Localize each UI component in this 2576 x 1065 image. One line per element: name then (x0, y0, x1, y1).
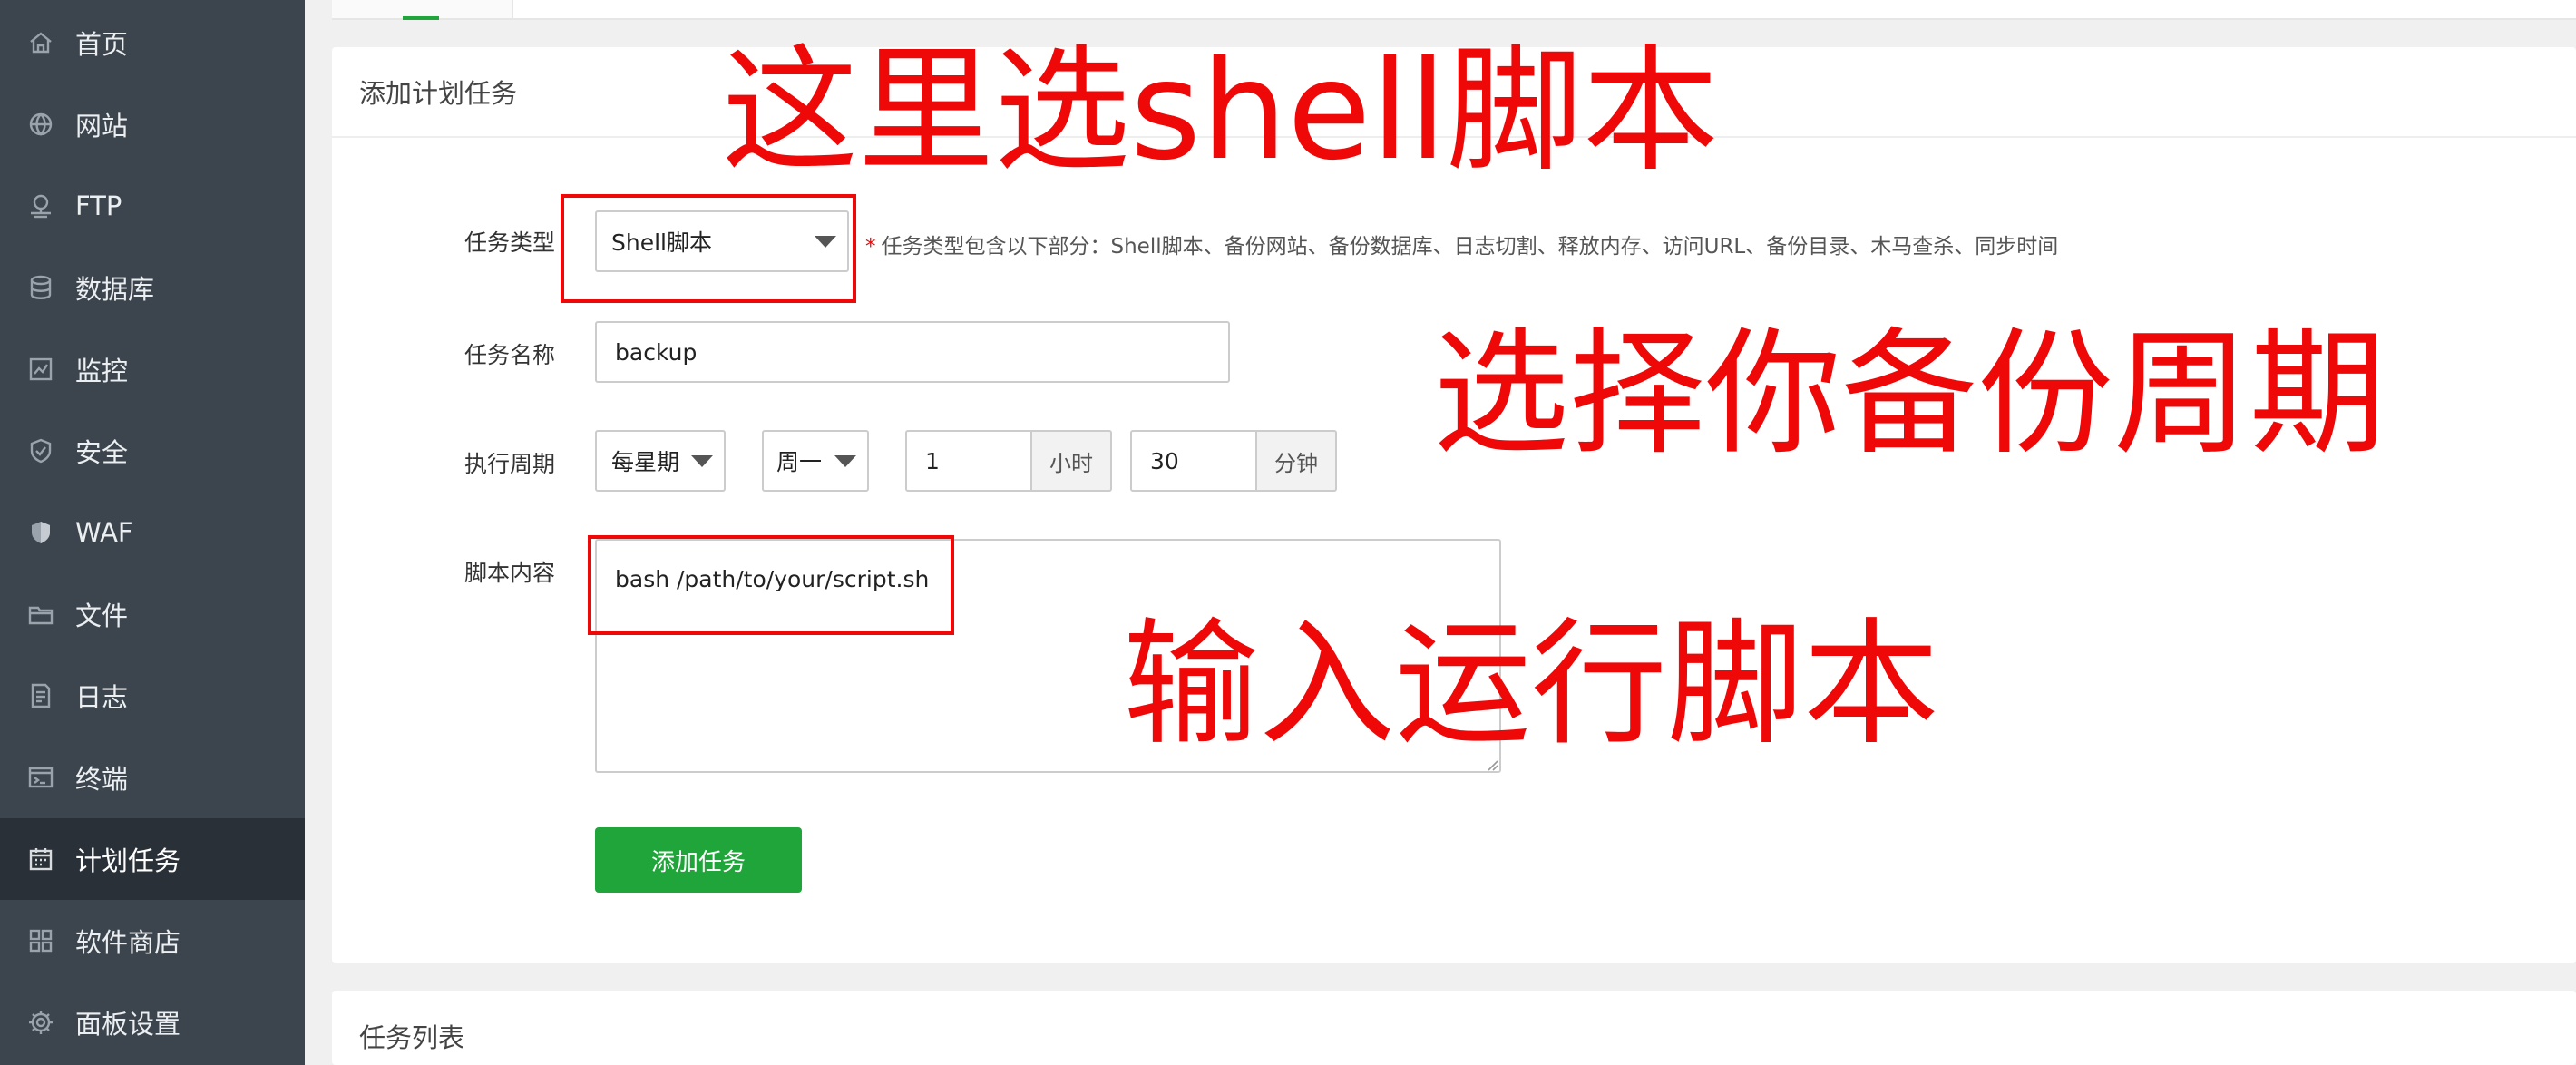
sidebar-item-ftp[interactable]: FTP (0, 165, 305, 247)
task-type-label: 任务类型 (464, 230, 556, 256)
sidebar-item-label: 监控 (75, 356, 129, 386)
sidebar-item-home[interactable]: 首页 (0, 2, 305, 83)
sidebar-item-scheduled-tasks[interactable]: 计划任务 (0, 818, 305, 900)
sidebar-item-label: 文件 (75, 601, 129, 631)
sidebar-item-label: WAF (75, 517, 133, 548)
sidebar-item-app-store[interactable]: 软件商店 (0, 900, 305, 982)
sidebar-item-panel-settings[interactable]: 面板设置 (0, 982, 305, 1063)
sidebar-item-label: 面板设置 (75, 1009, 181, 1040)
folder-icon (27, 601, 54, 628)
tab-strip (332, 0, 513, 20)
panel-title: 添加计划任务 (359, 78, 518, 109)
sidebar-item-website[interactable]: 网站 (0, 83, 305, 165)
script-label: 脚本内容 (464, 560, 556, 586)
sidebar-item-logs[interactable]: 日志 (0, 655, 305, 737)
hour-unit-addon: 小时 (1032, 430, 1112, 492)
shield-icon (27, 437, 54, 464)
sidebar-item-waf[interactable]: WAF (0, 492, 305, 573)
annotation-select-shell: 这里选shell脚本 (722, 33, 1719, 191)
waf-shield-icon (27, 519, 54, 546)
sidebar-item-label: 首页 (75, 29, 129, 60)
sidebar-item-database[interactable]: 数据库 (0, 247, 305, 328)
hint-text: 任务类型包含以下部分：Shell脚本、备份网站、备份数据库、日志切割、释放内存、… (881, 235, 2059, 259)
annotation-box-task-type (561, 194, 856, 303)
task-name-input[interactable] (595, 321, 1230, 383)
frequency-select[interactable]: 每星期 (595, 430, 726, 492)
sidebar-item-label: 软件商店 (75, 927, 181, 958)
task-list-title: 任务列表 (359, 1022, 465, 1053)
apps-grid-icon (27, 927, 54, 954)
frequency-value: 每星期 (611, 449, 680, 475)
period-label: 执行周期 (464, 451, 556, 477)
annotation-select-period: 选择你备份周期 (1433, 316, 2386, 474)
sidebar-item-terminal[interactable]: 终端 (0, 737, 305, 818)
gear-icon (27, 1009, 54, 1036)
database-icon (27, 274, 54, 301)
sidebar-item-files[interactable]: 文件 (0, 573, 305, 655)
sidebar-item-label: FTP (75, 191, 122, 221)
active-tab-indicator (403, 16, 439, 20)
minute-input[interactable] (1130, 430, 1257, 492)
home-icon (27, 29, 54, 56)
annotation-box-script (588, 535, 954, 635)
task-type-hint: * 任务类型包含以下部分：Shell脚本、备份网站、备份数据库、日志切割、释放内存… (865, 229, 2058, 259)
calendar-icon (27, 845, 54, 873)
sidebar-item-label: 终端 (75, 764, 129, 795)
annotation-enter-script: 输入运行脚本 (1123, 606, 1940, 764)
sidebar-item-label: 日志 (75, 682, 129, 713)
task-name-label: 任务名称 (464, 342, 556, 368)
task-list-panel: 任务列表 (332, 991, 2576, 1065)
sidebar-item-label: 安全 (75, 437, 129, 468)
sidebar-item-monitor[interactable]: 监控 (0, 328, 305, 410)
add-task-button[interactable]: 添加任务 (595, 827, 802, 893)
log-icon (27, 682, 54, 709)
weekday-value: 周一 (776, 449, 823, 475)
hour-input[interactable] (905, 430, 1032, 492)
sidebar-item-security[interactable]: 安全 (0, 410, 305, 492)
chevron-down-icon (834, 455, 856, 467)
globe-icon (27, 111, 54, 138)
required-star: * (865, 235, 876, 259)
sidebar-item-label: 网站 (75, 111, 129, 142)
sidebar-item-label: 数据库 (75, 274, 155, 305)
ftp-icon (27, 192, 54, 220)
chevron-down-icon (691, 455, 713, 467)
sidebar-item-label: 计划任务 (75, 845, 181, 876)
minute-unit-addon: 分钟 (1257, 430, 1337, 492)
previous-panel-strip (332, 0, 2576, 20)
weekday-select[interactable]: 周一 (762, 430, 869, 492)
terminal-icon (27, 764, 54, 791)
sidebar: 首页 网站 FTP 数据库 监控 安全 WAF 文件 日志 终端 计划任务 软件… (0, 0, 305, 1065)
monitor-icon (27, 356, 54, 383)
